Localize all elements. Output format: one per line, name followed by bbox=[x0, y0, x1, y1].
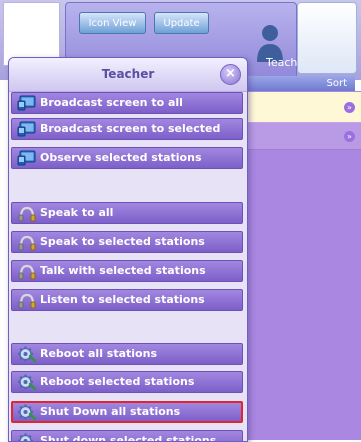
close-icon[interactable]: × bbox=[220, 64, 241, 85]
menu-item-reboot-selected-stations[interactable]: Reboot selected stations bbox=[11, 371, 243, 393]
menu-item-speak-to-all[interactable]: Speak to all bbox=[11, 202, 243, 224]
headphones-icon bbox=[17, 263, 37, 280]
menu-item-label: Talk with selected stations bbox=[40, 264, 206, 277]
menu-item-speak-to-selected-stations[interactable]: Speak to selected stations bbox=[11, 231, 243, 253]
gear-icon bbox=[17, 433, 37, 442]
list-row[interactable]: » bbox=[238, 92, 361, 123]
gear-icon-graphic bbox=[17, 374, 37, 391]
icon-view-button[interactable]: Icon View bbox=[79, 12, 146, 34]
menu-item-shut-down-selected-stations[interactable]: Shut down selected stations bbox=[11, 430, 243, 442]
expand-arrow-icon[interactable]: » bbox=[344, 102, 355, 113]
menu-item-label: Shut Down all stations bbox=[40, 405, 180, 418]
menu-title: Teacher bbox=[9, 67, 247, 81]
headphones-icon-graphic bbox=[17, 205, 37, 222]
expand-arrow-icon[interactable]: » bbox=[344, 131, 355, 142]
headphones-icon bbox=[17, 234, 37, 251]
menu-item-label: Reboot all stations bbox=[40, 347, 157, 360]
menu-item-label: Broadcast screen to all bbox=[40, 96, 183, 109]
menu-item-talk-with-selected-stations[interactable]: Talk with selected stations bbox=[11, 260, 243, 282]
gear-icon bbox=[17, 404, 37, 421]
menu-item-reboot-all-stations[interactable]: Reboot all stations bbox=[11, 343, 243, 365]
menu-item-label: Shut down selected stations bbox=[40, 434, 216, 442]
headphones-icon-graphic bbox=[17, 292, 37, 309]
menu-item-label: Reboot selected stations bbox=[40, 375, 194, 388]
menu-item-broadcast-screen-to-all[interactable]: Broadcast screen to all bbox=[11, 92, 243, 114]
menu-item-label: Speak to all bbox=[40, 206, 113, 219]
list-row[interactable]: » bbox=[238, 123, 361, 150]
headphones-icon-graphic bbox=[17, 234, 37, 251]
headphones-icon bbox=[17, 205, 37, 222]
station-tile[interactable] bbox=[297, 2, 357, 74]
menu-item-shut-down-all-stations[interactable]: Shut Down all stations bbox=[11, 401, 243, 423]
monitor-icon bbox=[17, 121, 37, 138]
teacher-menu: Teacher × Broadcast screen to all Broadca… bbox=[8, 57, 248, 442]
monitor-icon-graphic bbox=[17, 121, 37, 138]
menu-item-label: Observe selected stations bbox=[40, 151, 202, 164]
headphones-icon-graphic bbox=[17, 263, 37, 280]
monitor-icon-graphic bbox=[17, 150, 37, 167]
menu-item-observe-selected-stations[interactable]: Observe selected stations bbox=[11, 147, 243, 169]
sort-tab[interactable]: Sort bbox=[238, 76, 355, 91]
update-button[interactable]: Update bbox=[154, 12, 209, 34]
gear-icon-graphic bbox=[17, 404, 37, 421]
monitor-icon bbox=[17, 95, 37, 112]
gear-icon bbox=[17, 374, 37, 391]
menu-item-label: Speak to selected stations bbox=[40, 235, 205, 248]
headphones-icon bbox=[17, 292, 37, 309]
monitor-icon bbox=[17, 150, 37, 167]
monitor-icon-graphic bbox=[17, 95, 37, 112]
menu-item-broadcast-screen-to-selected[interactable]: Broadcast screen to selected bbox=[11, 118, 243, 140]
menu-item-label: Broadcast screen to selected bbox=[40, 122, 220, 135]
menu-item-listen-to-selected-stations[interactable]: Listen to selected stations bbox=[11, 289, 243, 311]
gear-icon-graphic bbox=[17, 346, 37, 363]
gear-icon-graphic bbox=[17, 433, 37, 442]
gear-icon bbox=[17, 346, 37, 363]
menu-header: Teacher × bbox=[9, 58, 247, 92]
menu-item-label: Listen to selected stations bbox=[40, 293, 205, 306]
